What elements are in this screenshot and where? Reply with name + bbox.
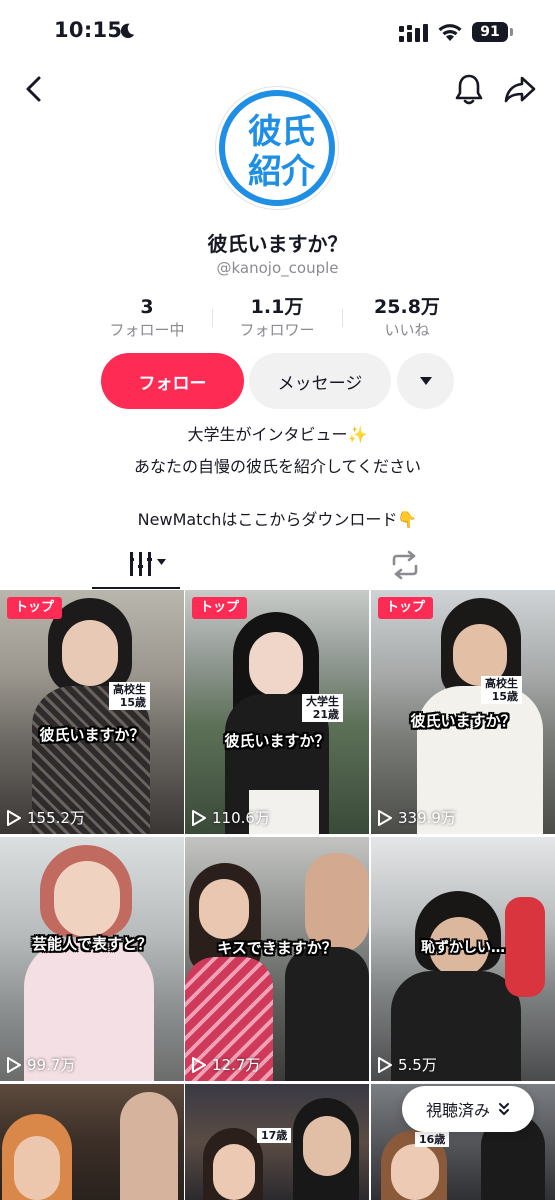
stat-followers-label: フォロワー bbox=[239, 321, 315, 339]
chevron-left-icon[interactable] bbox=[20, 74, 48, 104]
repost-icon[interactable] bbox=[388, 550, 422, 580]
person-face bbox=[391, 1144, 439, 1200]
active-tab-indicator bbox=[92, 587, 180, 589]
age-label: 高校生 15歳 bbox=[481, 676, 522, 704]
double-chevron-down-icon bbox=[499, 1103, 509, 1115]
avatar-logo-line-1: 彼氏 bbox=[248, 112, 315, 152]
age-label-line-1: 高校生 bbox=[485, 677, 518, 690]
more-options-button[interactable] bbox=[397, 353, 454, 409]
share-arrow-icon[interactable] bbox=[503, 72, 537, 106]
view-count: 12.7万 bbox=[192, 1054, 260, 1075]
stat-following-value: 3 bbox=[140, 296, 154, 318]
avatar-logo-text: 彼氏 紹介 bbox=[241, 112, 321, 192]
top-badge: トップ bbox=[192, 597, 248, 619]
age-label: 大学生 21歳 bbox=[302, 694, 343, 722]
view-count: 99.7万 bbox=[7, 1054, 75, 1075]
age-label: 高校生 15歳 bbox=[109, 682, 150, 710]
video-caption: 恥ずかしい… bbox=[421, 940, 505, 956]
stat-likes-value: 25.8万 bbox=[374, 296, 440, 318]
video-tile[interactable]: 恥ずかしい… 5.5万 bbox=[371, 837, 555, 1081]
play-icon bbox=[378, 1056, 392, 1073]
message-button[interactable]: メッセージ bbox=[249, 353, 391, 409]
battery-tip bbox=[510, 28, 513, 36]
age-label: 17歳 bbox=[257, 1128, 292, 1143]
tab-videos[interactable] bbox=[92, 540, 188, 590]
bio-link-line[interactable]: NewMatchはここからダウンロード👇 bbox=[0, 506, 555, 530]
watched-filter-label: 視聴済み bbox=[425, 1101, 490, 1120]
view-count-text: 5.5万 bbox=[398, 1056, 437, 1074]
stat-likes[interactable]: 25.8万 いいね bbox=[342, 295, 472, 340]
video-caption: キスできますか？ bbox=[217, 939, 337, 957]
follow-button[interactable]: フォロー bbox=[101, 353, 244, 409]
view-count: 110.6万 bbox=[192, 807, 270, 828]
age-label-line-2: 21歳 bbox=[312, 708, 339, 721]
signal-icon bbox=[399, 24, 428, 42]
person-body bbox=[285, 947, 369, 1081]
video-tile[interactable]: トップ 高校生 15歳 彼氏いますか？ 155.2万 bbox=[0, 590, 184, 834]
top-badge: トップ bbox=[378, 597, 434, 619]
person-face bbox=[213, 1144, 255, 1200]
play-icon bbox=[7, 1056, 21, 1073]
profile-handle: @kanojo_couple bbox=[216, 259, 339, 277]
age-label: 16歳 bbox=[415, 1132, 450, 1147]
moon-icon bbox=[120, 23, 135, 39]
view-count: 5.5万 bbox=[378, 1054, 437, 1075]
view-count: 339.9万 bbox=[378, 807, 456, 828]
stat-followers[interactable]: 1.1万 フォロワー bbox=[212, 295, 342, 340]
top-badge: トップ bbox=[7, 597, 63, 619]
bio-line-1: 大学生がインタビュー✨ bbox=[187, 425, 368, 444]
view-count-text: 339.9万 bbox=[398, 809, 456, 827]
profile-stats: 3 フォロー中 1.1万 フォロワー 25.8万 いいね bbox=[0, 295, 555, 341]
view-count-text: 110.6万 bbox=[212, 809, 270, 827]
age-label-line-2: 15歳 bbox=[119, 696, 146, 709]
stat-likes-label: いいね bbox=[384, 321, 430, 339]
person-face bbox=[303, 1116, 351, 1176]
view-count-text: 12.7万 bbox=[212, 1056, 261, 1074]
video-tile[interactable]: 芸能人で表すと？ 99.7万 bbox=[0, 837, 184, 1081]
age-label-line-2: 15歳 bbox=[491, 690, 518, 703]
play-icon bbox=[192, 809, 206, 826]
person-face bbox=[14, 1136, 60, 1200]
person-face bbox=[62, 620, 118, 686]
stat-following[interactable]: 3 フォロー中 bbox=[82, 295, 212, 340]
view-count-text: 155.2万 bbox=[27, 809, 85, 827]
video-tile[interactable]: トップ 大学生 21歳 彼氏いますか？ 110.6万 bbox=[185, 590, 369, 834]
video-tile[interactable]: キスできますか？ 12.7万 bbox=[185, 837, 369, 1081]
person-face bbox=[199, 879, 249, 939]
avatar[interactable]: 彼氏 紹介 bbox=[215, 86, 339, 210]
video-caption: 彼氏いますか？ bbox=[224, 732, 330, 750]
video-caption: 彼氏いますか？ bbox=[39, 726, 145, 744]
profile-tabs bbox=[0, 540, 555, 590]
video-tile[interactable]: トップ 高校生 15歳 彼氏いますか？ 339.9万 bbox=[371, 590, 555, 834]
caret-down-icon bbox=[419, 377, 432, 385]
profile-name: 彼氏いますか？ bbox=[207, 232, 348, 256]
age-label-line-1: 高校生 bbox=[113, 683, 146, 696]
view-count-text: 99.7万 bbox=[27, 1056, 76, 1074]
battery-indicator: 91 bbox=[472, 22, 508, 42]
bio-line-2: あなたの自慢の彼氏を紹介してください bbox=[133, 457, 422, 476]
wifi-icon bbox=[438, 24, 462, 41]
person-face bbox=[54, 861, 120, 937]
bell-icon[interactable] bbox=[453, 72, 485, 106]
video-caption: 彼氏いますか？ bbox=[410, 712, 516, 730]
person-face bbox=[249, 632, 303, 696]
play-icon bbox=[7, 809, 21, 826]
status-bar: 10:15 91 bbox=[0, 0, 555, 66]
video-tile[interactable]: 17歳 bbox=[185, 1084, 369, 1200]
video-caption: 芸能人で表すと？ bbox=[31, 935, 152, 953]
video-tile[interactable] bbox=[0, 1084, 184, 1200]
play-icon bbox=[192, 1056, 206, 1073]
status-time: 10:15 bbox=[54, 18, 123, 42]
play-icon bbox=[378, 809, 392, 826]
view-count: 155.2万 bbox=[7, 807, 85, 828]
age-label-line-1: 大学生 bbox=[306, 695, 339, 708]
person-face bbox=[120, 1092, 178, 1200]
watched-filter-button[interactable]: 視聴済み bbox=[402, 1086, 534, 1132]
stat-followers-value: 1.1万 bbox=[250, 296, 304, 318]
avatar-logo-line-2: 紹介 bbox=[248, 152, 315, 192]
video-grid-icon bbox=[130, 552, 166, 576]
avatar-ring: 彼氏 紹介 bbox=[219, 90, 335, 206]
stat-following-label: フォロー中 bbox=[109, 321, 185, 339]
